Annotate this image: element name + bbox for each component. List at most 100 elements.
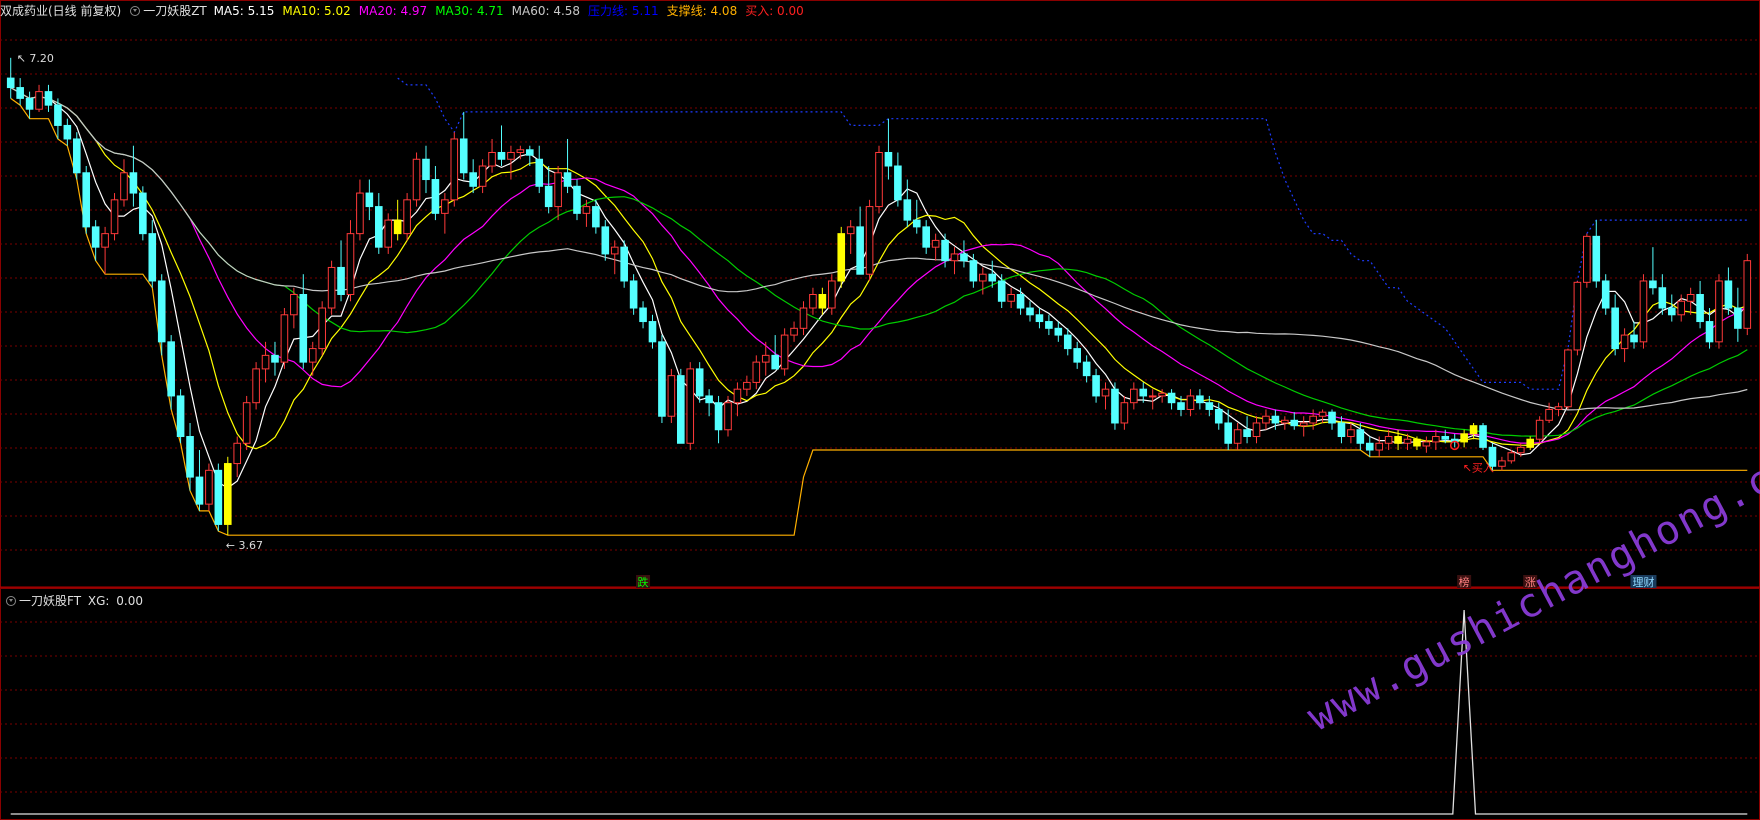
candle-body <box>1101 388 1110 397</box>
header-item-5: 压力线: 5.11 <box>588 4 659 18</box>
candle-body <box>507 151 515 160</box>
candle-body <box>403 199 411 235</box>
candle-body <box>1394 436 1402 444</box>
candle <box>809 287 817 315</box>
candle-body <box>1252 422 1261 438</box>
candle <box>903 179 912 227</box>
candle-body <box>856 226 864 275</box>
candle <box>667 368 676 423</box>
candle-body <box>1696 294 1704 323</box>
candle-body <box>1045 321 1053 329</box>
candle <box>346 220 355 302</box>
candle-body <box>1535 419 1544 440</box>
candle <box>1347 422 1355 444</box>
candle-body <box>412 158 421 201</box>
candle <box>195 450 204 511</box>
candle <box>1186 389 1195 417</box>
candle-body <box>1630 334 1638 343</box>
candle-body <box>497 151 506 160</box>
candle <box>639 301 647 329</box>
candle <box>1252 416 1261 444</box>
candle-body <box>837 233 846 282</box>
header-item-0: MA5: 5.15 <box>213 4 275 18</box>
candle-body <box>686 368 695 444</box>
candle <box>252 362 260 410</box>
candle-body <box>714 402 723 431</box>
candle <box>1592 220 1601 288</box>
candle-body <box>1016 294 1025 309</box>
candle-body <box>478 165 487 187</box>
candle <box>828 274 836 315</box>
candle <box>846 220 855 254</box>
candle <box>1045 314 1053 336</box>
candle-body <box>469 172 477 187</box>
candle-body <box>1139 388 1148 397</box>
candle <box>1649 247 1657 295</box>
candle-body <box>431 179 440 214</box>
candle <box>327 260 336 315</box>
candle-body <box>997 280 1006 302</box>
candle-body <box>516 149 525 153</box>
candle-body <box>1130 388 1138 404</box>
candle-body <box>1583 235 1591 283</box>
candle <box>1120 395 1129 430</box>
candle-body <box>1082 361 1091 377</box>
candle <box>16 78 24 106</box>
annotation-label: 榜 <box>1459 575 1470 588</box>
candle-body <box>875 151 883 208</box>
indicator-menu-icon[interactable] <box>130 5 141 16</box>
candle-body <box>35 91 43 110</box>
candle <box>894 152 902 207</box>
candle <box>1262 409 1270 430</box>
candle-body <box>1035 314 1044 323</box>
candle <box>629 274 638 315</box>
candle-body <box>648 321 657 343</box>
candle-body <box>459 138 468 174</box>
candle <box>148 220 157 288</box>
candle-body <box>1309 415 1317 424</box>
candle-body <box>318 307 326 350</box>
candle <box>535 145 544 194</box>
sub-indicator-menu-icon[interactable] <box>6 595 16 606</box>
candle <box>1677 294 1686 322</box>
main-chart-panel[interactable]: ↖ 7.20← 3.67跌榜涨理财↖买入 <box>0 0 1760 588</box>
candle <box>865 199 874 281</box>
candle <box>1281 416 1289 430</box>
candle-body <box>1271 415 1280 424</box>
candle <box>1233 422 1242 451</box>
candle <box>1450 433 1459 448</box>
candle <box>1724 267 1733 315</box>
main-frame <box>0 0 1760 588</box>
candle <box>1073 341 1081 369</box>
candle <box>1026 301 1034 322</box>
candle-body <box>167 341 175 397</box>
candle-body <box>884 151 893 167</box>
candle-body <box>82 172 91 228</box>
candle <box>1196 389 1204 410</box>
candle-body <box>677 375 685 444</box>
candle-body <box>327 266 336 309</box>
candle-body <box>771 354 779 370</box>
candle-body <box>733 388 742 404</box>
candle <box>271 341 279 376</box>
candle <box>1205 395 1214 417</box>
candle <box>1601 274 1610 315</box>
candle-body <box>761 354 770 363</box>
candle-body <box>1356 429 1365 444</box>
candle-body <box>809 294 817 309</box>
candle <box>875 145 883 214</box>
candle <box>1422 436 1431 453</box>
candle <box>129 145 138 207</box>
candle-body <box>1734 307 1742 329</box>
candle <box>1498 456 1506 471</box>
candle-body <box>1554 406 1563 410</box>
candle-body <box>941 239 949 262</box>
candle-body <box>1516 446 1525 454</box>
candle-body <box>1611 307 1619 350</box>
candle <box>261 341 270 383</box>
candle <box>1630 321 1638 349</box>
candle <box>356 179 364 241</box>
pressure-line <box>397 77 1748 390</box>
candle <box>752 355 761 390</box>
candle-body <box>931 239 940 248</box>
